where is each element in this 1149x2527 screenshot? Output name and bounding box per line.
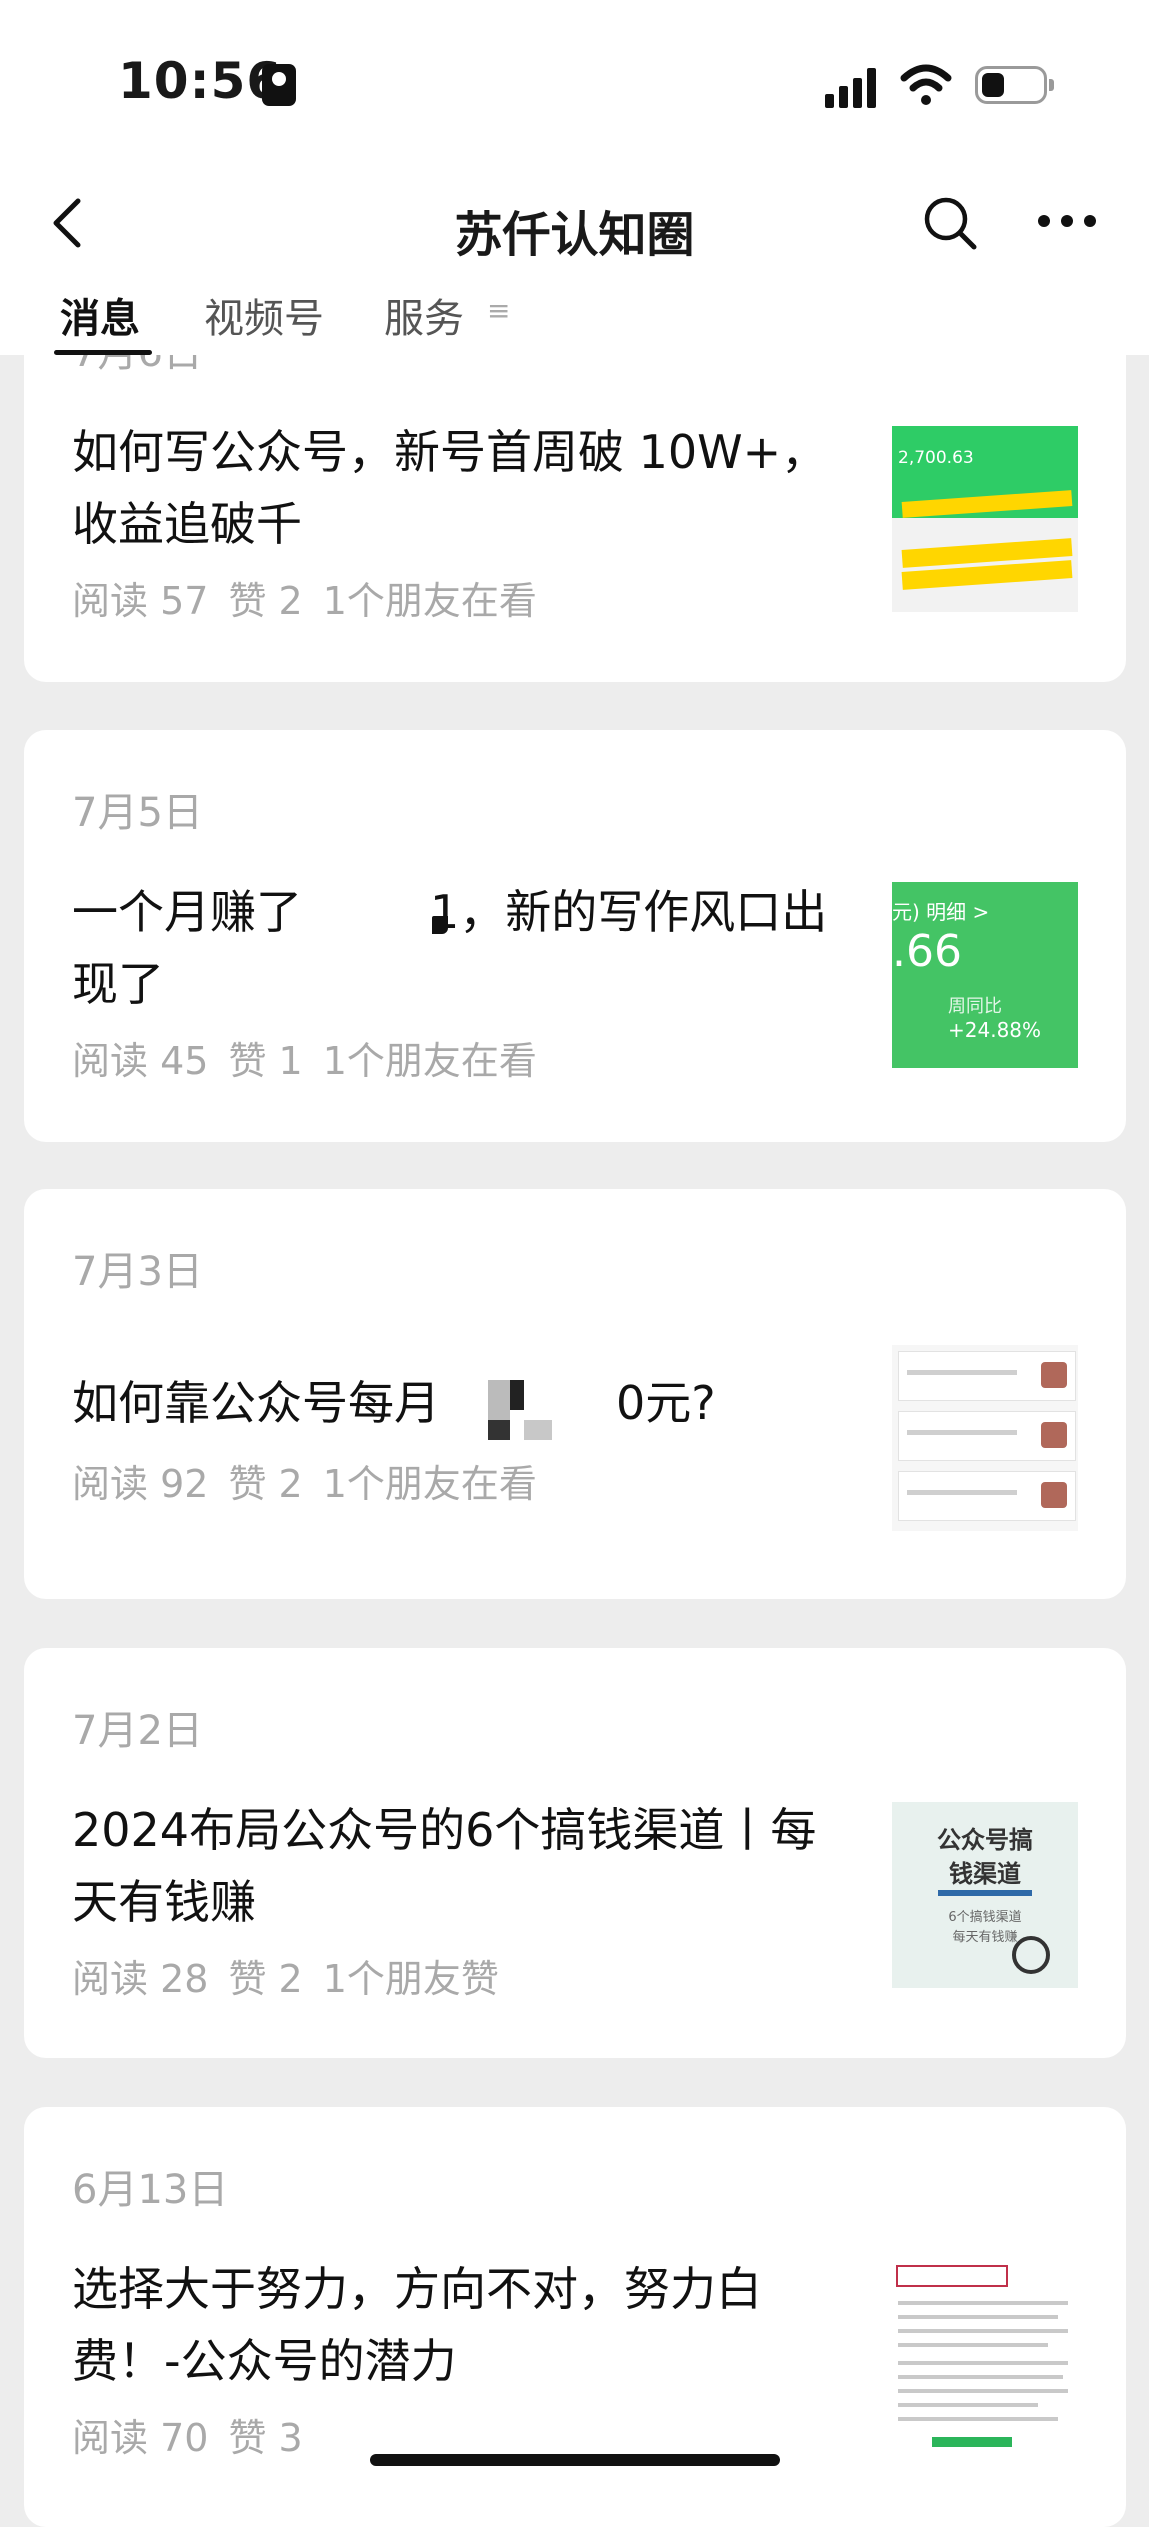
article-title: 一个月赚了 1，新的写作风口出现了 xyxy=(72,876,862,1020)
tab-channels[interactable]: 视频号 xyxy=(204,286,324,344)
status-bar: 10:56 xyxy=(0,0,1149,160)
article-card[interactable]: 7月2日 2024布局公众号的6个搞钱渠道丨每天有钱赚 阅读 28 赞 2 1个朋友… xyxy=(24,1648,1126,2058)
active-tab-indicator xyxy=(54,350,152,355)
tab-bar: 消息 视频号 服务 ≡ xyxy=(0,282,1149,355)
article-card[interactable]: 7月5日 一个月赚了 1，新的写作风口出现了 阅读 45 赞 1 1个朋友在看 元) … xyxy=(24,730,1126,1142)
article-title: 如何写公众号，新号首周破 10W+，收益追破千 xyxy=(72,425,828,551)
wifi-icon xyxy=(900,64,952,105)
redacted-mark xyxy=(432,916,448,934)
article-title-part1: 一个月赚了 xyxy=(72,885,302,939)
article-meta: 阅读 70 赞 3 xyxy=(72,2407,323,2462)
tab-messages[interactable]: 消息 xyxy=(60,286,140,344)
article-thumbnail[interactable]: 元) 明细 > .66 周同比 +24.88% xyxy=(892,882,1078,1068)
battery-icon xyxy=(975,66,1054,104)
read-count: 阅读 45 xyxy=(72,1039,209,1083)
read-count: 阅读 70 xyxy=(72,2416,209,2460)
article-meta: 阅读 28 赞 2 1个朋友赞 xyxy=(72,1948,519,2003)
friend-activity: 1个朋友在看 xyxy=(322,579,537,623)
friend-activity: 1个朋友在看 xyxy=(322,1462,537,1506)
thumbnail-number: 2,700.63 xyxy=(898,448,974,468)
redacted-mark xyxy=(488,1380,556,1444)
status-time: 10:56 xyxy=(118,52,283,110)
article-title: 选择大于努力，方向不对，努力白费！-公众号的潜力 xyxy=(72,2262,762,2388)
read-count: 阅读 57 xyxy=(72,579,209,623)
like-count: 赞 2 xyxy=(228,1462,303,1506)
article-date: 6月13日 xyxy=(72,2167,229,2213)
article-date: 7月3日 xyxy=(72,1249,203,1295)
magnifier-icon xyxy=(1012,1936,1050,1974)
read-count: 阅读 92 xyxy=(72,1462,209,1506)
friend-activity: 1个朋友赞 xyxy=(322,1957,499,2001)
article-thumbnail[interactable] xyxy=(892,2261,1078,2447)
article-thumbnail[interactable]: 2,700.63 xyxy=(892,426,1078,612)
like-count: 赞 2 xyxy=(228,579,303,623)
article-title: 2024布局公众号的6个搞钱渠道丨每天有钱赚 xyxy=(72,1803,817,1929)
nav-bar: 苏仟认知圈 xyxy=(0,175,1149,270)
article-card[interactable]: 7月3日 如何靠公众号每月 0元? 阅读 92 赞 2 1个朋友在看 xyxy=(24,1189,1126,1599)
search-icon[interactable] xyxy=(922,195,978,251)
friend-activity: 1个朋友在看 xyxy=(322,1039,537,1083)
article-meta: 阅读 92 赞 2 1个朋友在看 xyxy=(72,1453,557,1508)
more-options-icon[interactable] xyxy=(1036,209,1098,233)
focus-mode-icon xyxy=(262,64,296,106)
read-count: 阅读 28 xyxy=(72,1957,209,2001)
tab-services[interactable]: 服务 xyxy=(384,286,464,344)
like-count: 赞 1 xyxy=(228,1039,303,1083)
home-indicator[interactable] xyxy=(370,2454,780,2466)
article-title-part1: 如何靠公众号每月 xyxy=(72,1376,440,1430)
like-count: 赞 2 xyxy=(228,1957,303,2001)
article-date: 7月2日 xyxy=(72,1708,203,1754)
article-meta: 阅读 45 赞 1 1个朋友在看 xyxy=(72,1030,557,1085)
article-thumbnail[interactable] xyxy=(892,1345,1078,1531)
services-menu-icon: ≡ xyxy=(487,294,511,327)
article-title: 如何靠公众号每月 0元? xyxy=(72,1367,862,1439)
article-date: 7月5日 xyxy=(72,790,203,836)
article-title-part2: 0元? xyxy=(616,1376,716,1430)
like-count: 赞 3 xyxy=(228,2416,303,2460)
article-thumbnail[interactable]: 公众号搞 钱渠道 6个搞钱渠道 每天有钱赚 xyxy=(892,1802,1078,1988)
article-meta: 阅读 57 赞 2 1个朋友在看 xyxy=(72,570,557,625)
cellular-signal-icon xyxy=(825,68,881,108)
